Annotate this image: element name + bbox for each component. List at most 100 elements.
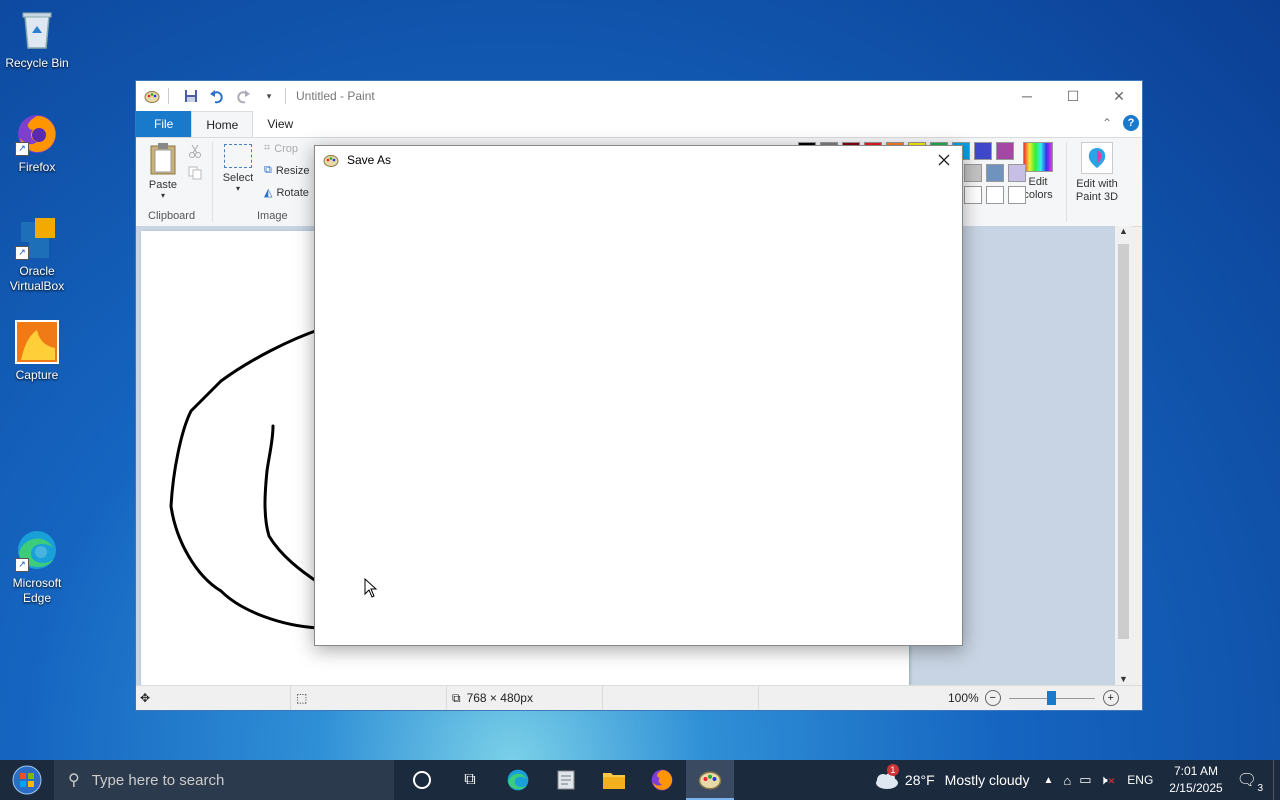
collapse-ribbon-icon[interactable]: ⌃ bbox=[1102, 116, 1112, 130]
capture-icon bbox=[15, 320, 59, 364]
taskbar-file-explorer[interactable] bbox=[590, 760, 638, 800]
color-swatch-empty[interactable] bbox=[1008, 186, 1026, 204]
zoom-out-icon[interactable]: − bbox=[984, 690, 1001, 706]
weather-widget[interactable]: 1 28°F Mostly cloudy bbox=[873, 764, 1029, 790]
color-swatch[interactable] bbox=[986, 164, 1004, 182]
color-swatch[interactable] bbox=[1008, 164, 1026, 182]
zoom-in-icon[interactable]: + bbox=[1102, 690, 1119, 706]
virtualbox-icon: ↗ bbox=[15, 216, 59, 260]
selection-size-icon: ⬚ bbox=[290, 686, 447, 710]
minimize-button[interactable]: ─ bbox=[1004, 81, 1050, 111]
ribbon-tabs: File Home View ⌃ ? bbox=[136, 111, 1142, 138]
cortana-icon bbox=[413, 771, 431, 789]
edit-colors-label: Edit colors bbox=[1023, 176, 1053, 201]
color-swatch[interactable] bbox=[996, 142, 1014, 160]
taskbar-paint[interactable] bbox=[686, 760, 734, 800]
weather-badge: 1 bbox=[886, 764, 899, 776]
taskbar-search[interactable]: ⚲ Type here to search bbox=[54, 760, 394, 800]
desktop-icon-capture[interactable]: Capture bbox=[1, 320, 73, 383]
task-view-button[interactable]: ⧉ bbox=[446, 760, 494, 800]
vertical-scrollbar[interactable]: ▲ ▼ bbox=[1115, 226, 1132, 686]
cut-icon[interactable] bbox=[188, 144, 202, 161]
clock-date: 2/15/2025 bbox=[1169, 781, 1223, 795]
show-desktop-button[interactable] bbox=[1273, 760, 1280, 800]
paint-icon bbox=[698, 771, 722, 790]
action-center-button[interactable]: 🗨 3 bbox=[1236, 770, 1263, 794]
maximize-button[interactable]: ☐ bbox=[1050, 81, 1096, 111]
undo-icon[interactable] bbox=[209, 88, 225, 104]
desktop-icon-edge[interactable]: ↗ Microsoft Edge bbox=[1, 528, 73, 606]
desktop-icon-virtualbox[interactable]: ↗ Oracle VirtualBox bbox=[1, 216, 73, 294]
tab-view[interactable]: View bbox=[253, 111, 307, 137]
canvas-size: ⧉ 768 × 480px bbox=[448, 686, 603, 710]
color-swatch-empty[interactable] bbox=[986, 186, 1004, 204]
dialog-close-button[interactable] bbox=[932, 148, 956, 172]
customize-toolbar-icon[interactable]: ▾ bbox=[261, 88, 277, 104]
taskbar-notepad[interactable] bbox=[542, 760, 590, 800]
edit-with-paint3d-label: Edit with Paint 3D bbox=[1075, 178, 1119, 203]
desktop-icon-recycle-bin[interactable]: Recycle Bin bbox=[1, 8, 73, 71]
firefox-icon: ↗ bbox=[15, 112, 59, 156]
desktop-icon-label: Firefox bbox=[18, 160, 56, 174]
desktop-icon-label: Recycle Bin bbox=[5, 56, 69, 70]
resize-label: Resize bbox=[275, 164, 310, 177]
scroll-down-icon: ▼ bbox=[1119, 674, 1128, 684]
save-as-dialog: Save As bbox=[314, 145, 963, 646]
volume-muted-icon[interactable]: 🕨✕ bbox=[1100, 772, 1116, 788]
help-icon[interactable]: ? bbox=[1123, 115, 1139, 131]
rotate-icon: ◭ bbox=[264, 187, 273, 199]
dialog-title-bar: Save As bbox=[315, 146, 962, 174]
firefox-icon bbox=[651, 769, 673, 791]
edit-with-paint3d-button[interactable]: Edit with Paint 3D bbox=[1070, 142, 1124, 204]
clock-time: 7:01 AM bbox=[1173, 764, 1218, 778]
tab-file[interactable]: File bbox=[136, 111, 192, 137]
notepad-icon bbox=[557, 770, 575, 790]
mouse-cursor-icon bbox=[364, 577, 378, 601]
system-tray: 1 28°F Mostly cloudy ▲ ⌂ ▭ 🕨✕ ENG 7:01 A… bbox=[873, 760, 1280, 800]
scrollbar-thumb bbox=[1118, 244, 1129, 639]
crop-button[interactable]: ⌗ Crop bbox=[264, 142, 298, 155]
select-button[interactable]: Select ▾ bbox=[220, 142, 256, 193]
title-bar: ▾ Untitled - Paint ─ ☐ ✕ bbox=[136, 81, 1142, 111]
desktop-icon-firefox[interactable]: ↗ Firefox bbox=[1, 112, 73, 175]
resize-button[interactable]: ⧉ Resize bbox=[264, 164, 309, 177]
zoom-slider[interactable] bbox=[1008, 691, 1095, 705]
resize-icon: ⧉ bbox=[264, 164, 272, 176]
tab-home[interactable]: Home bbox=[191, 111, 254, 137]
show-hidden-icons-icon[interactable]: ▲ bbox=[1043, 775, 1053, 786]
edge-icon: ↗ bbox=[15, 528, 59, 572]
notifications-icon: 🗨 bbox=[1236, 772, 1257, 789]
save-icon[interactable] bbox=[183, 88, 199, 104]
language-indicator[interactable]: ENG bbox=[1127, 773, 1153, 787]
color-swatch-empty[interactable] bbox=[964, 186, 982, 204]
taskbar-firefox[interactable] bbox=[638, 760, 686, 800]
paint-app-icon bbox=[144, 88, 160, 104]
folder-icon bbox=[603, 773, 625, 789]
taskbar-edge[interactable] bbox=[494, 760, 542, 800]
edit-colors-icon bbox=[1023, 142, 1053, 172]
copy-icon[interactable] bbox=[188, 166, 202, 183]
desktop-icon-label: Capture bbox=[15, 368, 59, 382]
color-swatch[interactable] bbox=[974, 142, 992, 160]
redo-icon[interactable] bbox=[235, 88, 251, 104]
task-view-icon: ⧉ bbox=[464, 771, 476, 788]
meet-now-icon[interactable]: ⌂ bbox=[1063, 773, 1071, 788]
cursor-position-icon: ✥ bbox=[136, 686, 291, 710]
rotate-button[interactable]: ◭ Rotate bbox=[264, 186, 309, 200]
close-button[interactable]: ✕ bbox=[1096, 81, 1142, 111]
network-icon[interactable]: ▭ bbox=[1079, 772, 1091, 788]
weather-temp: 28°F bbox=[904, 772, 935, 788]
recycle-bin-icon bbox=[15, 8, 59, 52]
taskbar: ⚲ Type here to search ⧉ 1 28°F Mostly cl… bbox=[0, 760, 1280, 800]
cortana-button[interactable] bbox=[398, 760, 446, 800]
color-swatch[interactable] bbox=[964, 164, 982, 182]
clock[interactable]: 7:01 AM 2/15/2025 bbox=[1169, 763, 1222, 797]
start-button[interactable] bbox=[0, 760, 54, 800]
desktop-icon-label: Oracle VirtualBox bbox=[9, 264, 65, 293]
edge-icon bbox=[507, 769, 529, 791]
select-label: Select bbox=[222, 172, 254, 184]
clipboard-group-label: Clipboard bbox=[148, 210, 196, 222]
paste-button[interactable]: Paste ▾ bbox=[146, 142, 180, 200]
search-placeholder: Type here to search bbox=[91, 771, 225, 789]
select-icon bbox=[224, 144, 252, 168]
